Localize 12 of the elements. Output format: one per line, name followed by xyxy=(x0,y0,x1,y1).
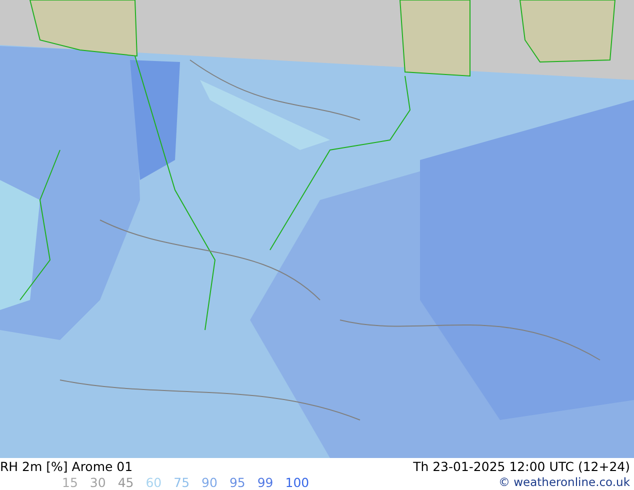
legend-value: 15 xyxy=(62,474,78,490)
valid-time: Th 23-01-2025 12:00 UTC (12+24) xyxy=(413,458,630,474)
legend-value: 99 xyxy=(257,474,274,490)
map-title: RH 2m [%] Arome 01 xyxy=(0,458,133,474)
credit-link[interactable]: © weatheronline.co.uk xyxy=(498,474,630,490)
legend-value: 75 xyxy=(174,474,190,490)
legend-value: 95 xyxy=(229,474,246,490)
legend-value: 30 xyxy=(90,474,106,490)
legend-value: 100 xyxy=(285,474,310,490)
legend-value: 60 xyxy=(146,474,162,490)
legend-value: 45 xyxy=(118,474,134,490)
legend-value: 90 xyxy=(202,474,218,490)
